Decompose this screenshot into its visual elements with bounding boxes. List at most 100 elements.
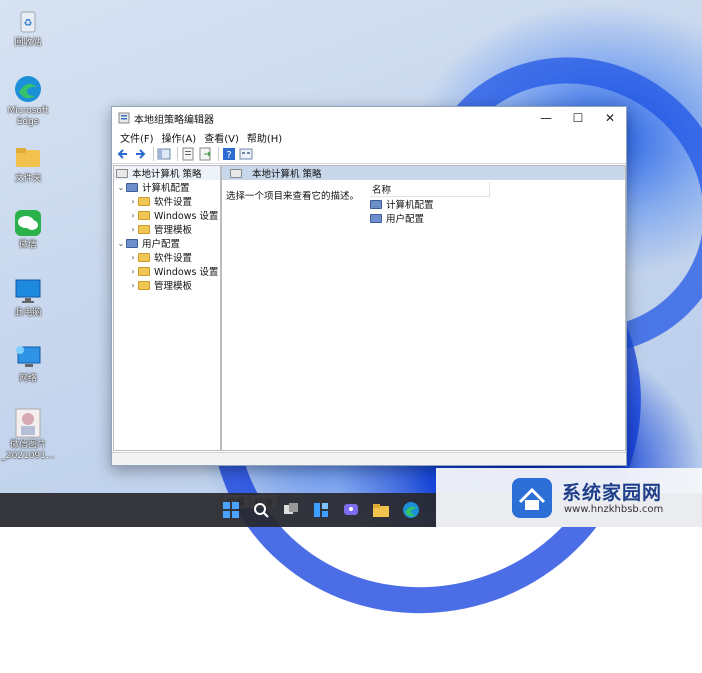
tree-item-user-config[interactable]: ⌄ 用户配置: [114, 236, 220, 250]
chevron-right-icon[interactable]: ›: [128, 211, 138, 220]
tree-item-windows-settings[interactable]: › Windows 设置: [114, 264, 220, 278]
menu-bar: 文件(F) 操作(A) 查看(V) 帮助(H): [112, 129, 626, 145]
tree-item-label: Windows 设置: [154, 211, 219, 222]
tree-item-computer-config[interactable]: ⌄ 计算机配置: [114, 180, 220, 194]
list-item-user-config[interactable]: 用户配置: [370, 211, 490, 225]
tree-item-software-settings[interactable]: › 软件设置: [114, 194, 220, 208]
group-policy-editor-window: 本地组策略编辑器 — ☐ ✕ 文件(F) 操作(A) 查看(V) 帮助(H) ?…: [111, 106, 627, 509]
folder-icon: [138, 280, 150, 290]
show-hide-tree-icon[interactable]: [157, 147, 171, 161]
export-list-icon[interactable]: [198, 147, 212, 161]
toolbar-separator: [153, 147, 154, 161]
list-item-label: 计算机配置: [386, 200, 434, 211]
tree-item-label: 软件设置: [154, 197, 193, 208]
menu-action[interactable]: 操作(A): [158, 130, 201, 145]
desktop-icon-label: 微信图片_2021091...: [1, 440, 55, 461]
policy-icon: [230, 168, 242, 178]
properties-icon[interactable]: [181, 147, 195, 161]
policy-icon: [116, 168, 128, 178]
file-explorer-icon[interactable]: [372, 501, 390, 519]
details-header: 本地计算机 策略: [222, 166, 625, 180]
column-header-name[interactable]: 名称: [370, 182, 490, 197]
edge-icon: [13, 74, 43, 104]
list-item-label: 用户配置: [386, 214, 425, 225]
folder-icon: [138, 224, 150, 234]
users-icon: [126, 238, 138, 248]
folder-icon: [138, 196, 150, 206]
close-button[interactable]: ✕: [594, 107, 626, 129]
users-icon: [370, 213, 382, 223]
tree-pane[interactable]: 本地计算机 策略 ⌄ 计算机配置 › 软件设置 › Windows 设置 › 管…: [113, 165, 221, 451]
tree-item-label: 用户配置: [142, 239, 181, 250]
search-icon[interactable]: [252, 501, 270, 519]
start-icon[interactable]: [222, 501, 240, 519]
details-list: 名称 计算机配置 用户配置: [370, 182, 490, 225]
title-bar[interactable]: 本地组策略编辑器 — ☐ ✕: [112, 107, 626, 129]
watermark-title: 系统家园网: [562, 482, 663, 504]
chevron-down-icon[interactable]: ⌄: [116, 239, 126, 248]
tree-item-label: 计算机配置: [142, 183, 190, 194]
computer-icon: [370, 199, 382, 209]
status-bar: [112, 452, 626, 465]
wechat-icon: [13, 208, 43, 238]
desktop-icon-edge[interactable]: Microsoft Edge: [0, 74, 58, 128]
network-icon: [13, 342, 43, 372]
desktop-icon-label: 此电脑: [14, 308, 42, 318]
desktop-icon-label: 回收站: [14, 38, 42, 48]
details-description: 选择一个项目来查看它的描述。: [226, 191, 360, 202]
desktop-icon-label: 网络: [18, 374, 37, 384]
tree-item-admin-templates[interactable]: › 管理模板: [114, 222, 220, 236]
back-arrow-icon[interactable]: [116, 147, 130, 161]
menu-view[interactable]: 查看(V): [200, 130, 243, 145]
tree-item-label: 软件设置: [154, 253, 193, 264]
chevron-right-icon[interactable]: ›: [128, 225, 138, 234]
widgets-icon[interactable]: [312, 501, 330, 519]
desktop-icon-label: 文件夹: [14, 174, 42, 184]
computer-icon: [126, 182, 138, 192]
task-view-icon[interactable]: [282, 501, 300, 519]
folder-icon: [138, 252, 150, 262]
site-watermark: 系统家园网 www.hnzkhbsb.com: [436, 468, 702, 527]
help-icon[interactable]: ?: [222, 147, 236, 161]
main-content: 本地计算机 策略 ⌄ 计算机配置 › 软件设置 › Windows 设置 › 管…: [112, 164, 626, 509]
chevron-right-icon[interactable]: ›: [128, 267, 138, 276]
view-icon[interactable]: [239, 147, 253, 161]
svg-text:?: ?: [226, 150, 231, 161]
folder-icon: [13, 142, 43, 172]
tree-item-windows-settings[interactable]: › Windows 设置: [114, 208, 220, 222]
toolbar-separator: [218, 147, 219, 161]
tree-item-software-settings[interactable]: › 软件设置: [114, 250, 220, 264]
desktop-icon-folder[interactable]: 文件夹: [0, 142, 58, 185]
details-pane[interactable]: 本地计算机 策略 选择一个项目来查看它的描述。 名称 计算机配置 用户配置: [221, 165, 626, 451]
desktop-icon-wechat[interactable]: 微信: [0, 208, 58, 251]
recycle-bin-icon: ♻: [13, 6, 43, 36]
menu-file[interactable]: 文件(F): [116, 130, 158, 145]
tree-item-admin-templates[interactable]: › 管理模板: [114, 278, 220, 292]
chevron-down-icon[interactable]: ⌄: [116, 183, 126, 192]
site-logo-icon: [512, 478, 552, 518]
tree-item-root[interactable]: 本地计算机 策略: [114, 166, 220, 180]
toolbar: ?: [112, 145, 626, 164]
image-thumbnail-icon: [13, 408, 43, 438]
edge-icon[interactable]: [402, 501, 420, 519]
chevron-right-icon[interactable]: ›: [128, 253, 138, 262]
tree-item-label: Windows 设置: [154, 267, 219, 278]
forward-arrow-icon[interactable]: [133, 147, 147, 161]
tree-item-label: 本地计算机 策略: [132, 169, 202, 180]
maximize-button[interactable]: ☐: [562, 107, 594, 129]
desktop-icon-recycle-bin[interactable]: ♻ 回收站: [0, 6, 58, 49]
minimize-button[interactable]: —: [530, 107, 562, 129]
chat-icon[interactable]: [342, 501, 360, 519]
watermark-url: www.hnzkhbsb.com: [564, 504, 664, 515]
toolbar-separator: [177, 147, 178, 161]
window-title: 本地组策略编辑器: [134, 114, 214, 126]
menu-help[interactable]: 帮助(H): [243, 130, 286, 145]
chevron-right-icon[interactable]: ›: [128, 281, 138, 290]
folder-icon: [138, 266, 150, 276]
desktop-icon-wechat-image[interactable]: 微信图片_2021091...: [0, 408, 58, 462]
chevron-right-icon[interactable]: ›: [128, 197, 138, 206]
list-item-computer-config[interactable]: 计算机配置: [370, 197, 490, 211]
desktop-icon-this-pc[interactable]: 此电脑: [0, 276, 58, 319]
desktop-icon-network[interactable]: 网络: [0, 342, 58, 385]
desktop-icon-label: Microsoft Edge: [7, 106, 49, 127]
